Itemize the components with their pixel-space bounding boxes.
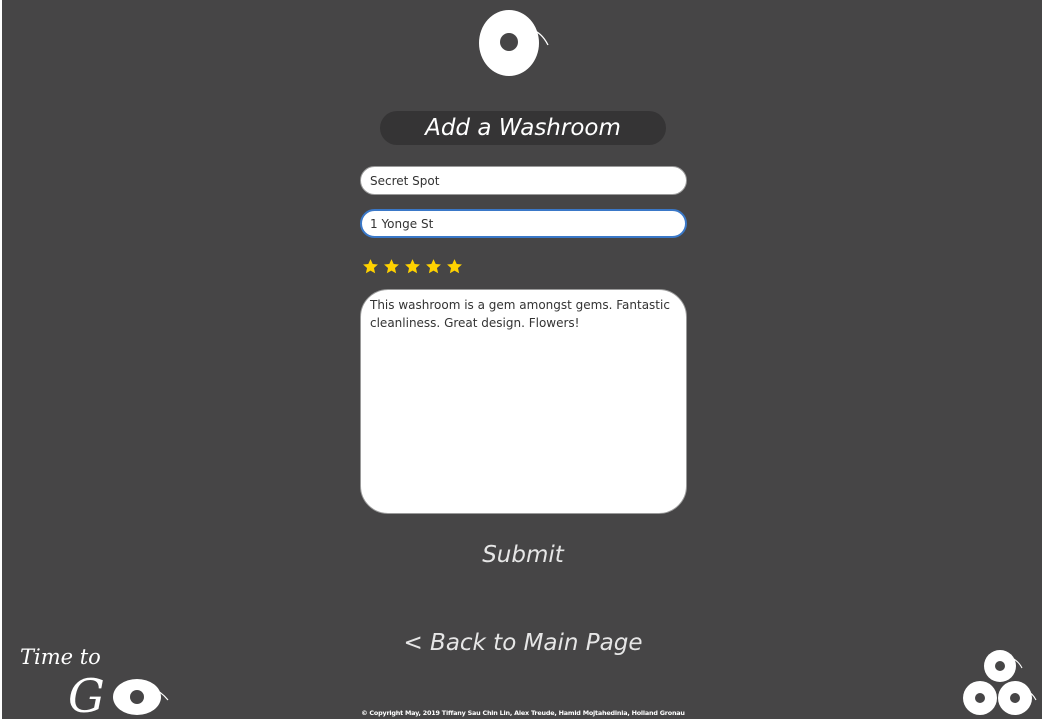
star-icon[interactable] xyxy=(425,258,442,275)
star-icon[interactable] xyxy=(404,258,421,275)
star-rating[interactable] xyxy=(362,258,463,278)
back-to-main-link[interactable]: < Back to Main Page xyxy=(382,626,664,660)
page-title: Add a Washroom xyxy=(380,111,666,145)
review-textarea[interactable]: This washroom is a gem amongst gems. Fan… xyxy=(360,289,687,514)
brand-line1: Time to xyxy=(20,645,101,669)
submit-button[interactable]: Submit xyxy=(422,538,624,572)
address-input[interactable] xyxy=(360,209,687,238)
star-icon[interactable] xyxy=(362,258,379,275)
star-icon[interactable] xyxy=(383,258,400,275)
washroom-name-input[interactable] xyxy=(360,166,687,195)
time-to-go-logo: Time to G xyxy=(20,645,169,718)
copyright-text: © Copyright May, 2019 Tiffany Sau Chin L… xyxy=(361,709,685,717)
toilet-paper-roll-icon xyxy=(479,10,549,76)
add-washroom-page: Add a Washroom This washroom is a gem am… xyxy=(0,0,1042,719)
star-icon[interactable] xyxy=(446,258,463,275)
brand-line2: G xyxy=(68,669,105,718)
toilet-paper-stack-icon xyxy=(963,650,1037,715)
